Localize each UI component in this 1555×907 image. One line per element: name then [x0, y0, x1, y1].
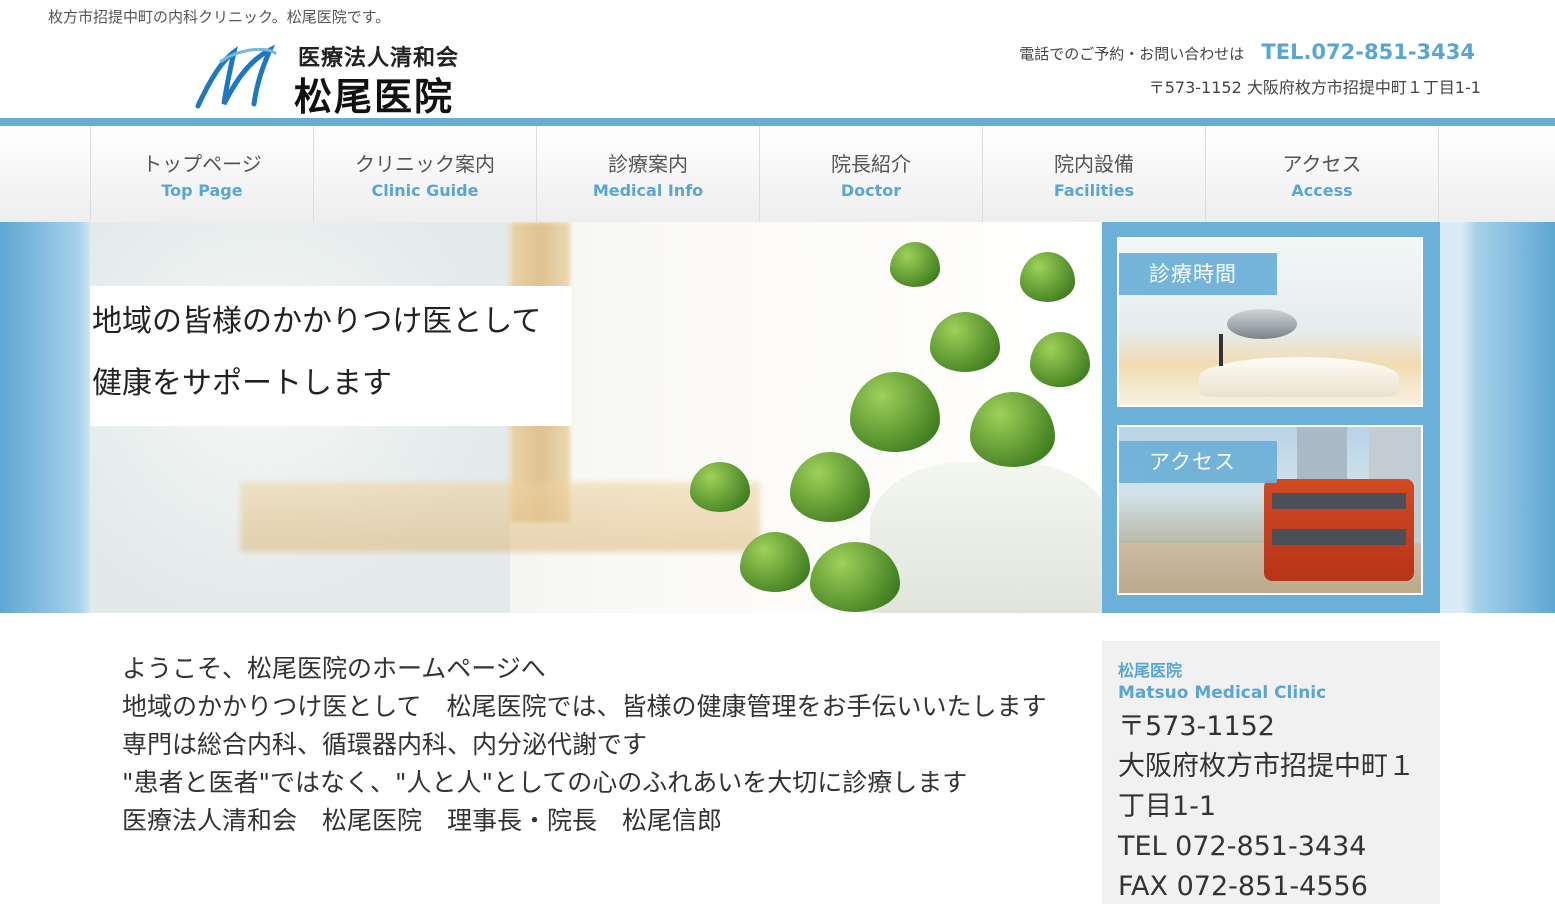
contact-label: 電話でのご予約・お問い合わせは	[1019, 45, 1245, 63]
nav-label-jp: トップページ	[142, 152, 262, 176]
leaf-image	[850, 372, 940, 452]
hero-line-2: 健康をサポートします	[92, 366, 392, 401]
nav-label-en: Facilities	[1053, 181, 1135, 200]
banner-hours[interactable]: 診療時間	[1117, 237, 1423, 407]
nav-item-medical-info[interactable]: 診療案内 Medical Info	[536, 126, 759, 222]
leaf-image	[930, 312, 1000, 372]
nav-label-en: Clinic Guide	[371, 181, 479, 200]
info-clinic-name-en: Matsuo Medical Clinic	[1118, 683, 1327, 703]
nav-label-jp: 院長紹介	[831, 152, 911, 176]
info-address: 大阪府枚方市招提中町１丁目1-1	[1118, 751, 1415, 822]
info-fax: FAX 072-851-4556	[1118, 871, 1368, 902]
nav-item-access[interactable]: アクセス Access	[1205, 126, 1439, 222]
leaf-image	[790, 452, 870, 522]
header-contact: 電話でのご予約・お問い合わせは TEL.072-851-3434	[1019, 40, 1475, 64]
leaf-image	[740, 532, 810, 592]
welcome-line: 地域のかかりつけ医として 松尾医院では、皆様の健康管理をお手伝いいたします	[122, 692, 1047, 721]
leaf-image	[1030, 332, 1090, 387]
header-tel-link[interactable]: TEL.072-851-3434	[1261, 40, 1475, 64]
nav-item-doctor[interactable]: 院長紹介 Doctor	[759, 126, 982, 222]
leaf-image	[970, 392, 1055, 467]
bird-figurine-image	[1227, 309, 1297, 339]
header-address: 〒573-1152 大阪府枚方市招提中町１丁目1-1	[1148, 78, 1481, 97]
hero-line-1: 地域の皆様のかかりつけ医として	[92, 304, 542, 339]
plant-pot-image	[870, 462, 1102, 613]
nav-item-clinic-guide[interactable]: クリニック案内 Clinic Guide	[313, 126, 536, 222]
nav-label-jp: 院内設備	[1054, 152, 1134, 176]
logo-main-text: 松尾医院	[294, 75, 455, 119]
leaf-image	[1020, 252, 1075, 302]
nav-label-jp: アクセス	[1282, 152, 1362, 176]
info-postal: 〒573-1152	[1118, 711, 1275, 742]
clinic-logo[interactable]: 医療法人清和会 松尾医院	[190, 36, 490, 119]
leaf-image	[690, 462, 750, 512]
nav-label-en: Doctor	[840, 181, 902, 200]
nav-label-en: Access	[1291, 181, 1353, 200]
banner-hours-label: 診療時間	[1119, 253, 1277, 295]
nav-item-facilities[interactable]: 院内設備 Facilities	[982, 126, 1205, 222]
book-image	[1199, 357, 1399, 397]
leaf-image	[890, 242, 940, 287]
banner-access-label: アクセス	[1119, 441, 1277, 483]
nav-label-en: Medical Info	[592, 181, 704, 200]
info-clinic-name: 松尾医院	[1118, 661, 1183, 680]
welcome-line: ようこそ、松尾医院のホームページへ	[122, 654, 546, 683]
nav-item-top[interactable]: トップページ Top Page	[90, 126, 313, 222]
welcome-message: ようこそ、松尾医院のホームページへ 地域のかかりつけ医として 松尾医院では、皆様…	[122, 650, 1082, 840]
bus-image	[1264, 479, 1414, 581]
welcome-line: 医療法人清和会 松尾医院 理事長・院長 松尾信郎	[122, 806, 723, 835]
nav-label-en: Top Page	[161, 181, 243, 200]
hero-message: 地域の皆様のかかりつけ医として 健康をサポートします	[90, 286, 572, 426]
banner-access[interactable]: アクセス	[1117, 425, 1423, 595]
side-banner-panel: 診療時間 アクセス	[1102, 222, 1440, 613]
welcome-line: 専門は総合内科、循環器内科、内分泌代謝です	[122, 730, 648, 759]
nav-label-jp: 診療案内	[608, 152, 688, 176]
site-tagline: 枚方市招提中町の内科クリニック。松尾医院です。	[48, 8, 391, 26]
info-tel[interactable]: TEL 072-851-3434	[1118, 827, 1428, 867]
clinic-info-box: 松尾医院 Matsuo Medical Clinic 〒573-1152 大阪府…	[1102, 641, 1440, 904]
m-logo-icon	[195, 44, 278, 109]
header-divider-bar	[0, 118, 1555, 126]
nav-label-jp: クリニック案内	[355, 152, 495, 176]
site-header: 枚方市招提中町の内科クリニック。松尾医院です。 医療法人清和会 松尾医院 電話で…	[0, 0, 1555, 119]
global-nav: トップページ Top Page クリニック案内 Clinic Guide 診療案…	[0, 126, 1555, 223]
welcome-line: "患者と医者"ではなく、"人と人"としての心のふれあいを大切に診療します	[122, 768, 968, 797]
